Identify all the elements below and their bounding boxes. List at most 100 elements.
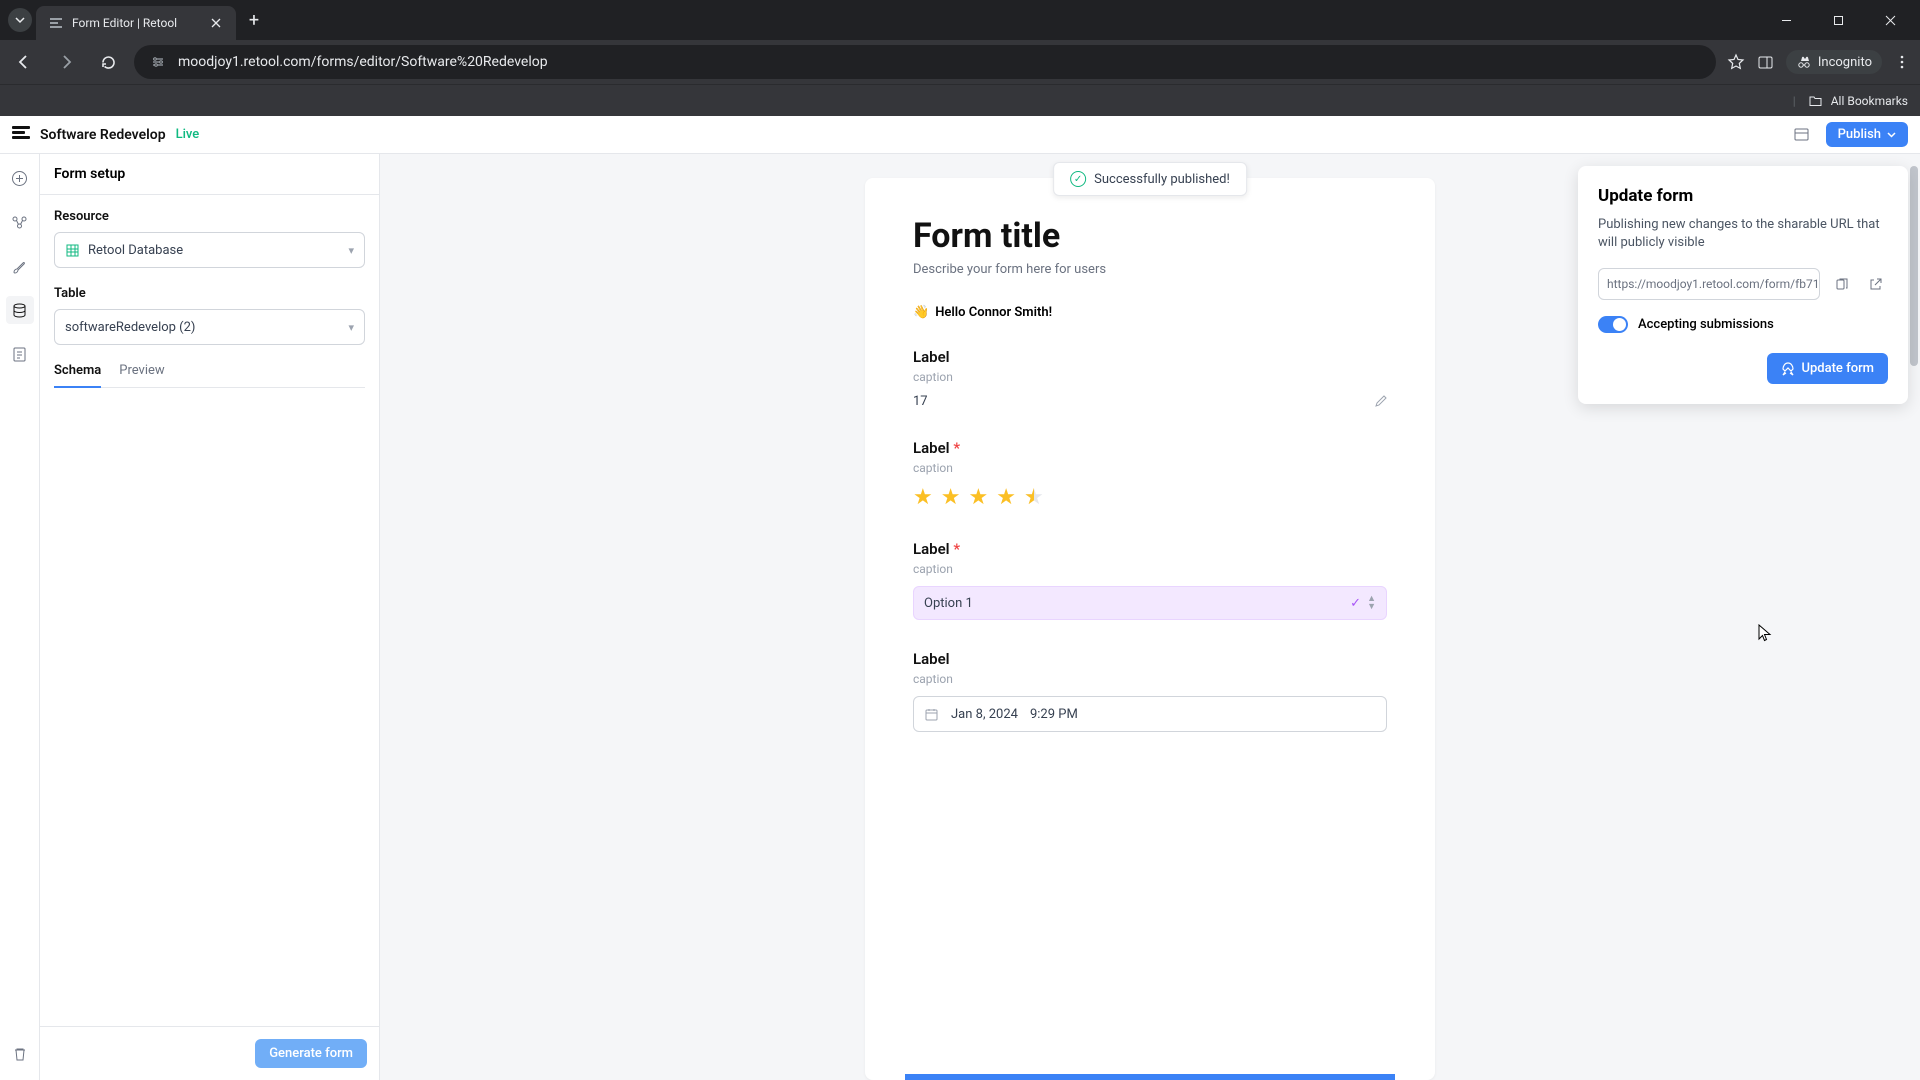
incognito-badge[interactable]: Incognito: [1786, 50, 1882, 74]
rail-theme-button[interactable]: [6, 252, 34, 280]
form-title[interactable]: Form title: [913, 216, 1387, 256]
toast-notification: ✓ Successfully published!: [1053, 162, 1247, 196]
address-bar: moodjoy1.retool.com/forms/editor/Softwar…: [0, 40, 1920, 84]
rocket-icon: [1781, 362, 1795, 376]
rail-add-button[interactable]: [6, 164, 34, 192]
share-url-input[interactable]: https://moodjoy1.retool.com/form/fb71ae: [1598, 268, 1820, 300]
toggle-label: Accepting submissions: [1638, 317, 1774, 332]
minimize-button[interactable]: [1764, 4, 1808, 36]
layout-icon: [1793, 126, 1810, 143]
form-description[interactable]: Describe your form here for users: [913, 262, 1387, 277]
new-tab-button[interactable]: +: [240, 6, 268, 34]
back-button[interactable]: [8, 46, 40, 78]
table-icon: [65, 243, 80, 258]
app-header: Software Redevelop Live Publish: [0, 116, 1920, 154]
star-icon[interactable]: ★: [996, 485, 1016, 510]
forward-button[interactable]: [50, 46, 82, 78]
plus-circle-icon: [11, 170, 28, 187]
table-value: softwareRedevelop (2): [65, 320, 195, 335]
form-field-rating[interactable]: Label * caption ★ ★ ★ ★ ★: [913, 439, 1387, 510]
close-window-button[interactable]: [1868, 4, 1912, 36]
field-label: Label: [913, 650, 1387, 668]
tabs-dropdown[interactable]: [8, 8, 32, 32]
panel-icon: [1757, 54, 1774, 71]
retool-logo-icon[interactable]: [12, 126, 30, 144]
field-label: Label: [913, 348, 1387, 366]
browser-chrome: Form Editor | Retool + moodjoy1.retool.c…: [0, 0, 1920, 116]
side-panel-button[interactable]: [1756, 52, 1776, 72]
all-bookmarks-button[interactable]: All Bookmarks: [1831, 94, 1908, 108]
update-panel-title: Update form: [1598, 186, 1888, 206]
copy-url-button[interactable]: [1828, 271, 1854, 297]
scrollbar-thumb[interactable]: [1910, 166, 1918, 366]
close-icon: [1885, 15, 1896, 26]
maximize-button[interactable]: [1816, 4, 1860, 36]
pencil-icon[interactable]: [1374, 395, 1387, 408]
star-icon[interactable]: ★: [913, 485, 933, 510]
site-settings-icon[interactable]: [148, 52, 168, 72]
tab-title: Form Editor | Retool: [72, 16, 200, 30]
star-icon[interactable]: ★: [941, 485, 961, 510]
rail-workflow-button[interactable]: [6, 208, 34, 236]
star-half-icon[interactable]: ★: [1024, 485, 1044, 510]
reload-button[interactable]: [92, 46, 124, 78]
resource-select[interactable]: Retool Database ▾: [54, 232, 365, 268]
form-field-select[interactable]: Label * caption Option 1 ✓ ▲▼: [913, 540, 1387, 620]
table-select[interactable]: softwareRedevelop (2) ▾: [54, 309, 365, 345]
toast-message: Successfully published!: [1094, 172, 1230, 187]
star-icon: [1727, 53, 1745, 71]
rail-database-button[interactable]: [6, 296, 34, 324]
publish-label: Publish: [1838, 127, 1881, 142]
check-circle-icon: ✓: [1070, 171, 1086, 187]
tab-close-button[interactable]: [208, 15, 224, 31]
arrow-right-icon: [57, 53, 75, 71]
tab-preview[interactable]: Preview: [119, 363, 164, 387]
greeting-text: Hello Connor Smith!: [935, 305, 1052, 320]
stepper-arrows-icon[interactable]: ▲▼: [1367, 595, 1376, 611]
url-input[interactable]: moodjoy1.retool.com/forms/editor/Softwar…: [134, 45, 1716, 79]
chevron-down-icon: [15, 15, 25, 25]
brush-icon: [11, 258, 28, 275]
datetime-input[interactable]: Jan 8, 2024 9:29 PM: [913, 696, 1387, 732]
trash-icon: [12, 1046, 28, 1062]
star-rating[interactable]: ★ ★ ★ ★ ★: [913, 485, 1387, 510]
left-rail: [0, 154, 40, 1080]
form-field-number[interactable]: Label caption 17: [913, 348, 1387, 409]
database-icon: [11, 302, 28, 319]
resource-value: Retool Database: [88, 243, 183, 258]
field-value: 17: [913, 394, 928, 409]
layout-button[interactable]: [1788, 121, 1816, 149]
check-icon: ✓: [1350, 596, 1361, 611]
field-caption: caption: [913, 672, 1387, 686]
open-url-button[interactable]: [1862, 271, 1888, 297]
chevron-down-icon: ▾: [348, 244, 354, 257]
app-body: Form setup Resource Retool Database ▾ Ta…: [0, 154, 1920, 1080]
vertical-scrollbar[interactable]: [1908, 154, 1918, 1080]
time-value: 9:29 PM: [1030, 707, 1078, 722]
publish-button[interactable]: Publish: [1826, 122, 1908, 147]
update-panel-description: Publishing new changes to the sharable U…: [1598, 216, 1888, 252]
bookmark-button[interactable]: [1726, 52, 1746, 72]
tab-schema[interactable]: Schema: [54, 363, 101, 388]
accepting-submissions-toggle[interactable]: [1598, 316, 1628, 333]
incognito-label: Incognito: [1818, 55, 1872, 70]
generate-form-button[interactable]: Generate form: [255, 1039, 367, 1068]
app-name: Software Redevelop: [40, 127, 166, 143]
select-input[interactable]: Option 1 ✓ ▲▼: [913, 586, 1387, 620]
resource-label: Resource: [54, 209, 365, 224]
reload-icon: [100, 54, 117, 71]
browser-tab[interactable]: Form Editor | Retool: [36, 6, 236, 40]
copy-icon: [1834, 277, 1849, 292]
form-field-datetime[interactable]: Label caption Jan 8, 2024 9:29 PM: [913, 650, 1387, 732]
update-button-label: Update form: [1801, 361, 1874, 376]
rail-trash-button[interactable]: [6, 1040, 34, 1068]
rail-docs-button[interactable]: [6, 340, 34, 368]
sidebar-title: Form setup: [40, 154, 379, 195]
star-icon[interactable]: ★: [968, 485, 988, 510]
form-card: Form title Describe your form here for u…: [865, 178, 1435, 1080]
external-link-icon: [1868, 277, 1883, 292]
status-badge: Live: [176, 127, 200, 142]
browser-menu-button[interactable]: [1892, 52, 1912, 72]
update-form-button[interactable]: Update form: [1767, 353, 1888, 384]
tab-bar: Form Editor | Retool +: [0, 0, 1920, 40]
